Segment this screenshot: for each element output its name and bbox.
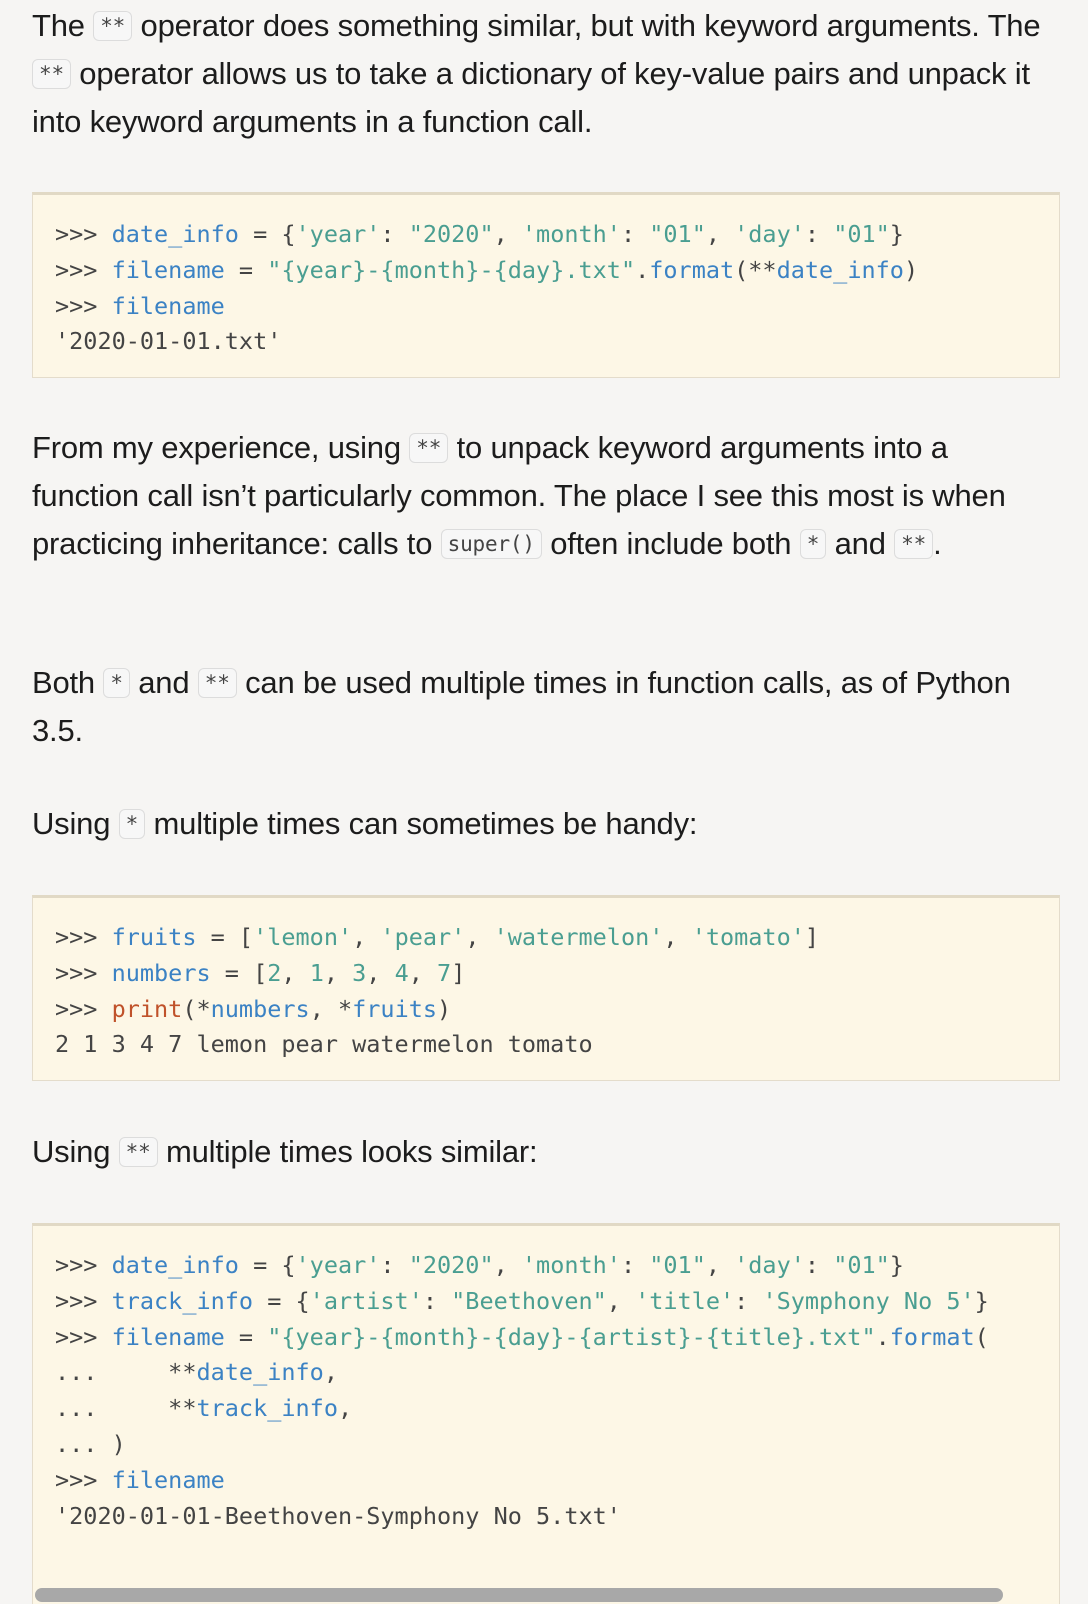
text: Using — [32, 1134, 119, 1169]
text: multiple times can sometimes be handy: — [145, 806, 698, 841]
text: . — [933, 526, 942, 561]
inline-code: super() — [440, 529, 542, 559]
text: often include both — [541, 526, 800, 561]
text: Both — [32, 665, 104, 700]
inline-code: ** — [409, 433, 449, 463]
inline-code: ** — [197, 668, 237, 698]
inline-code: ** — [93, 11, 133, 41]
text: operator allows us to take a dictionary … — [32, 56, 1030, 139]
inline-code: * — [103, 668, 130, 698]
text: Using — [32, 806, 119, 841]
paragraph-double-star-intro: The ** operator does something similar, … — [32, 2, 1052, 146]
scrollbar-thumb[interactable] — [35, 1588, 1003, 1602]
horizontal-scrollbar[interactable] — [33, 1586, 1059, 1604]
paragraph-multiple-times: Both * and ** can be used multiple times… — [32, 659, 1052, 755]
code-listing: >>> date_info = {'year': "2020", 'month'… — [55, 220, 919, 356]
text: The — [32, 8, 94, 43]
code-block-format-date: >>> date_info = {'year': "2020", 'month'… — [32, 192, 1060, 378]
inline-code: ** — [118, 1137, 158, 1167]
article-content: The ** operator does something similar, … — [0, 0, 1088, 1604]
code-listing: >>> fruits = ['lemon', 'pear', 'watermel… — [55, 923, 820, 1059]
paragraph-experience: From my experience, using ** to unpack k… — [32, 424, 1052, 568]
text: operator does something similar, but wit… — [132, 8, 1041, 43]
paragraph-using-star: Using * multiple times can sometimes be … — [32, 800, 1052, 848]
inline-code: ** — [894, 529, 934, 559]
inline-code: * — [118, 809, 146, 839]
code-listing: >>> date_info = {'year': "2020", 'month'… — [55, 1251, 989, 1530]
text: and — [826, 526, 895, 561]
code-block-print-unpack: >>> fruits = ['lemon', 'pear', 'watermel… — [32, 895, 1060, 1081]
code-block-multiple-kwargs: >>> date_info = {'year': "2020", 'month'… — [32, 1223, 1060, 1604]
inline-code: * — [799, 529, 827, 559]
paragraph-using-double-star: Using ** multiple times looks similar: — [32, 1128, 1052, 1176]
text: From my experience, using — [32, 430, 410, 465]
inline-code: ** — [32, 59, 71, 89]
text: multiple times looks similar: — [157, 1134, 538, 1169]
text: and — [129, 665, 198, 700]
